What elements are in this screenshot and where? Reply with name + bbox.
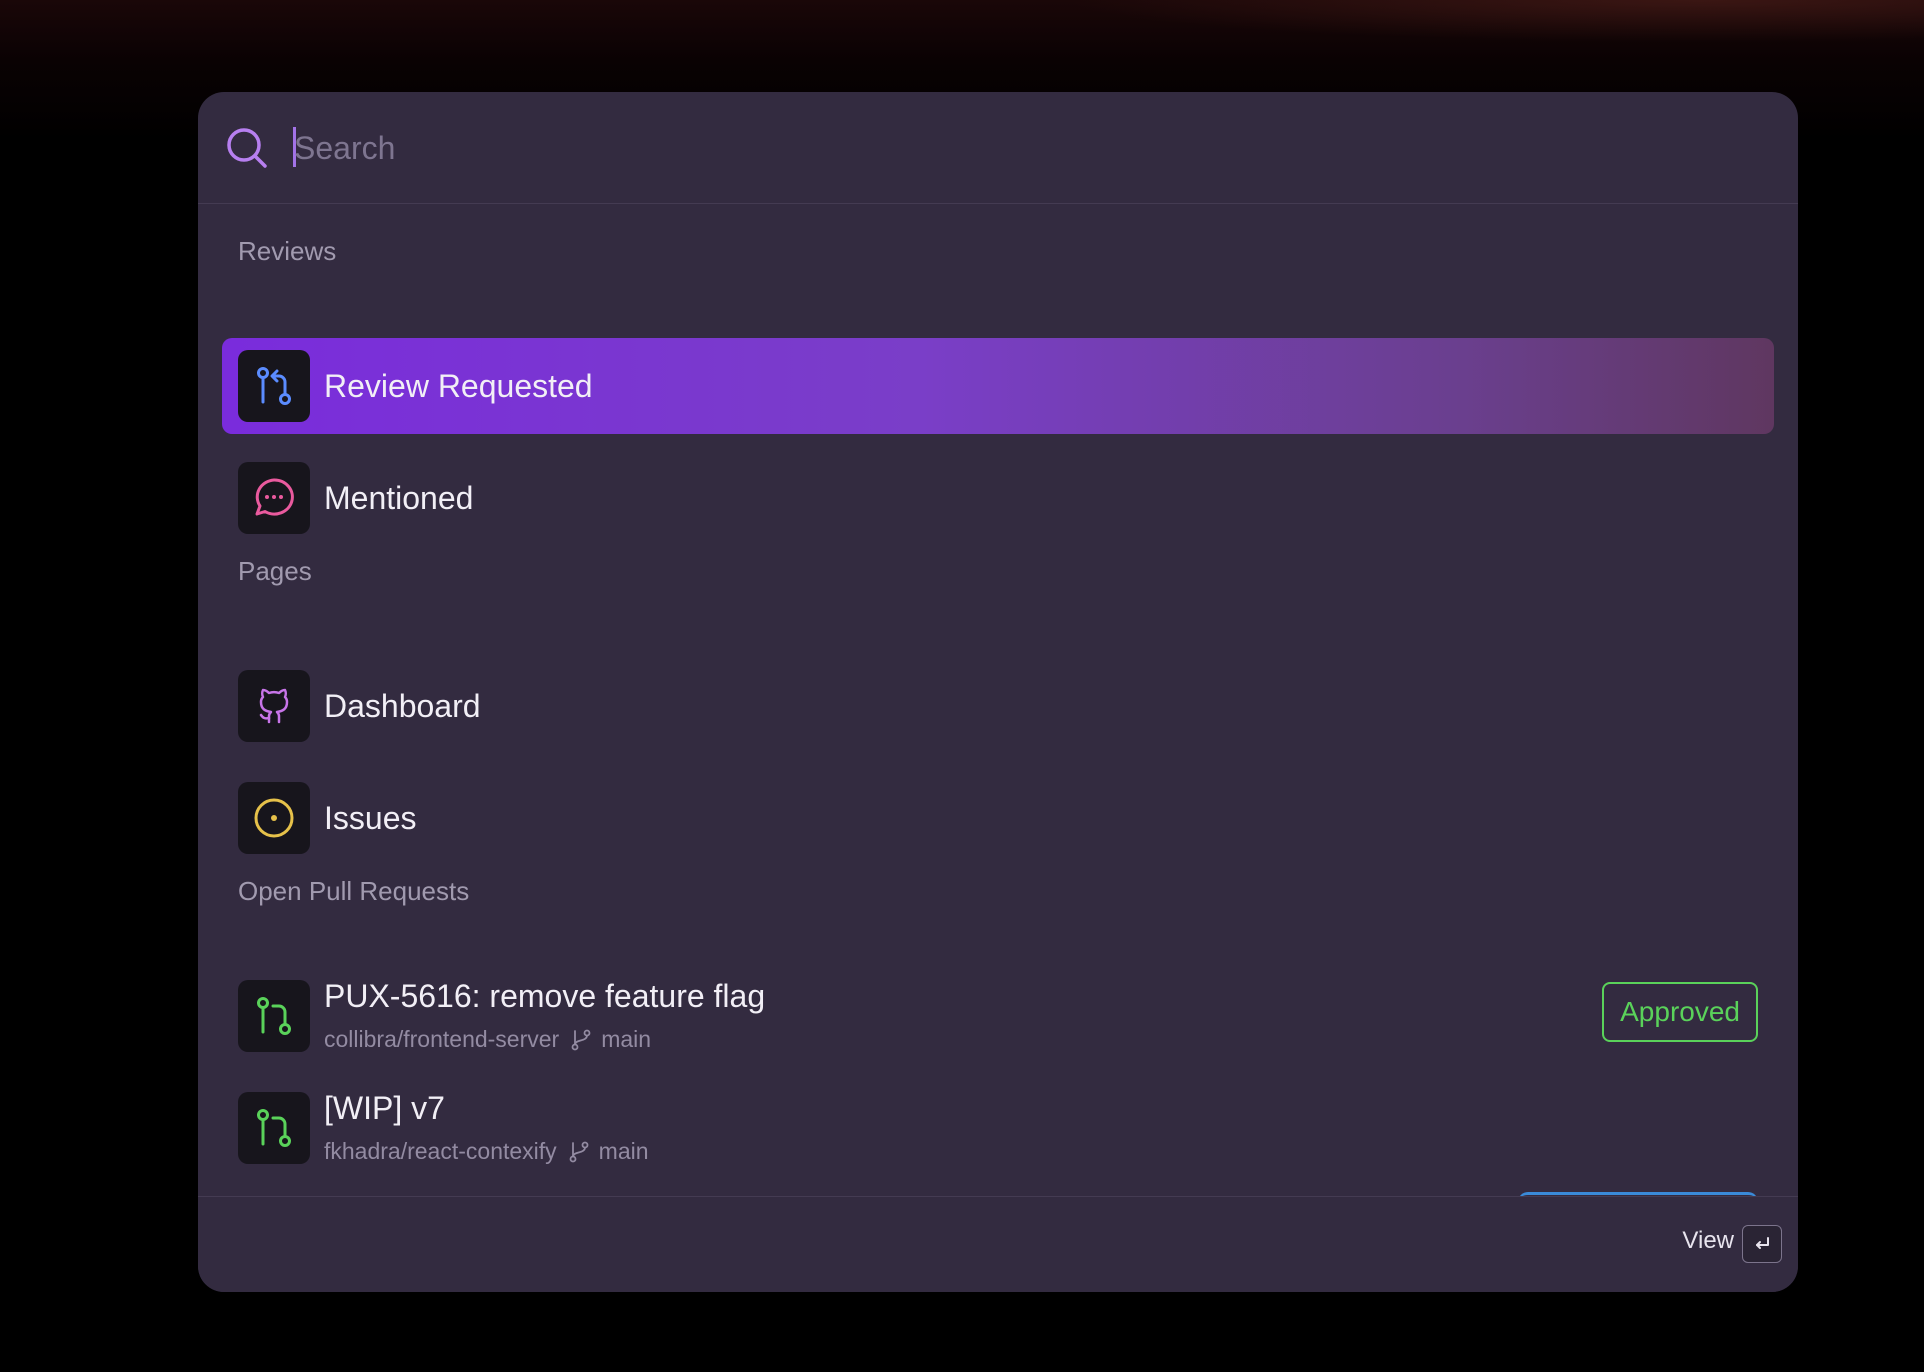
list-item-issues[interactable]: Issues	[222, 770, 1774, 866]
section-header-reviews: Reviews	[238, 236, 337, 266]
pr-meta: fkhadra/react-contexify main	[324, 1138, 649, 1165]
github-icon	[238, 670, 310, 742]
item-label: Mentioned	[324, 480, 474, 516]
list-item-mentioned[interactable]: Mentioned	[222, 450, 1774, 546]
item-label: Review Requested	[324, 368, 593, 404]
list-item-pull-request[interactable]: [WIP] v7 fkhadra/react-contexify main	[222, 1080, 1774, 1176]
list-item-review-requested[interactable]: Review Requested	[222, 338, 1774, 434]
item-label: Dashboard	[324, 688, 481, 724]
pr-meta: collibra/frontend-server main	[324, 1026, 651, 1053]
view-action-label[interactable]: View	[1682, 1227, 1734, 1255]
section-header-pages: Pages	[238, 556, 312, 586]
item-label: Issues	[324, 800, 417, 836]
pr-repo: fkhadra/react-contexify	[324, 1138, 557, 1164]
list-item-dashboard[interactable]: Dashboard	[222, 658, 1774, 754]
git-pull-request-icon	[238, 1092, 310, 1164]
palette-footer: View	[198, 1196, 1798, 1292]
pr-branch: main	[598, 1138, 649, 1164]
git-pull-request-icon	[238, 350, 310, 422]
results-list[interactable]: Reviews Review Requested Mentioned Pages…	[198, 204, 1798, 1288]
issue-circle-icon	[238, 782, 310, 854]
search-input[interactable]	[294, 118, 1694, 178]
pr-branch: main	[601, 1026, 652, 1052]
git-branch-icon	[569, 1141, 589, 1162]
enter-key-icon[interactable]	[1742, 1225, 1782, 1263]
list-item-pull-request[interactable]: PUX-5616: remove feature flag collibra/f…	[222, 968, 1774, 1064]
git-pull-request-icon	[238, 980, 310, 1052]
search-icon	[227, 128, 267, 168]
pr-repo: collibra/frontend-server	[324, 1026, 560, 1052]
search-bar	[198, 92, 1798, 204]
status-badge-approved: Approved	[1602, 982, 1758, 1042]
pr-title: PUX-5616: remove feature flag	[324, 978, 766, 1014]
section-header-open-pull-requests: Open Pull Requests	[238, 876, 470, 906]
message-dots-icon	[238, 462, 310, 534]
git-branch-icon	[571, 1029, 591, 1050]
command-palette: Reviews Review Requested	[198, 92, 1798, 1292]
pr-title: [WIP] v7	[324, 1090, 445, 1126]
